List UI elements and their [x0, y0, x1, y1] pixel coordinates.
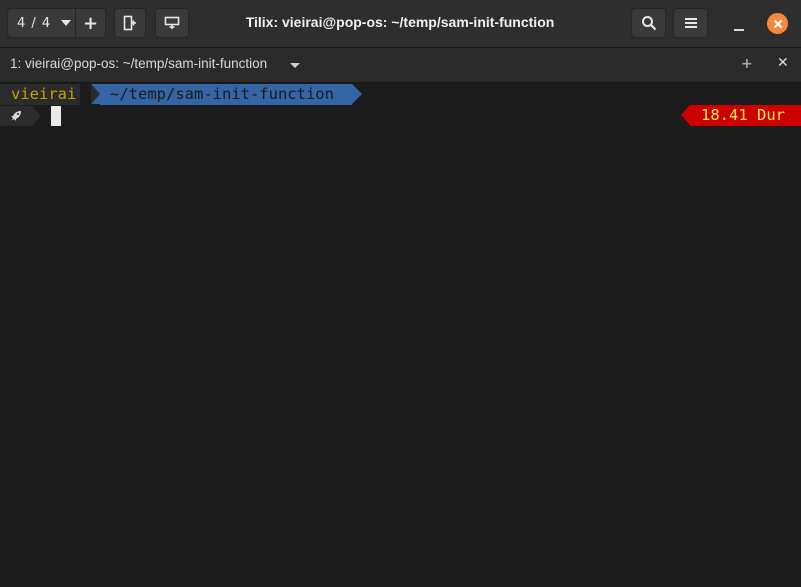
terminal-area[interactable]: vieirai ~/temp/sam-init-function 18.41 D…	[0, 83, 801, 587]
split-right-icon	[123, 15, 136, 31]
terminal-title[interactable]: 1: vieirai@pop-os: ~/temp/sam-init-funct…	[10, 56, 267, 71]
chevron-down-icon[interactable]	[290, 63, 300, 68]
prompt-separator-arrow	[91, 84, 100, 104]
prompt-path-arrow	[352, 84, 362, 104]
right-prompt-duration: 18.41 Dur	[690, 105, 801, 126]
minimize-button[interactable]	[730, 14, 748, 34]
rocket-icon	[11, 111, 21, 121]
add-session-button[interactable]: +	[75, 8, 106, 38]
session-count: 4 / 4	[17, 15, 52, 31]
prompt-path-segment: ~/temp/sam-init-function	[100, 84, 352, 105]
session-switcher-button[interactable]: 4 / 4	[7, 8, 76, 38]
search-icon	[641, 16, 656, 31]
window-title: Tilix: vieirai@pop-os: ~/temp/sam-init-f…	[245, 14, 555, 30]
add-terminal-button[interactable]: +	[741, 56, 753, 72]
minimize-icon	[734, 29, 744, 31]
search-button[interactable]	[631, 8, 666, 38]
menu-button[interactable]	[673, 8, 708, 38]
close-window-button[interactable]	[767, 13, 788, 34]
prompt-user-segment: vieirai	[0, 84, 81, 105]
right-prompt-arrow	[681, 105, 690, 125]
chevron-down-icon	[61, 20, 72, 26]
header-bar: 4 / 4 + Tilix: vieirai@pop-os: ~/temp/sa…	[0, 0, 801, 48]
close-terminal-button[interactable]: ✕	[777, 55, 789, 71]
add-icon: +	[82, 12, 99, 34]
hamburger-menu-icon	[684, 18, 697, 28]
terminal-cursor	[51, 106, 61, 126]
split-down-icon	[164, 16, 180, 29]
tilix-window: 4 / 4 + Tilix: vieirai@pop-os: ~/temp/sa…	[0, 0, 801, 587]
add-terminal-right-button[interactable]	[114, 8, 146, 38]
add-terminal-down-button[interactable]	[155, 8, 189, 38]
prompt-icon-arrow	[32, 106, 41, 126]
close-icon	[773, 19, 782, 28]
prompt-icon-segment	[0, 106, 32, 126]
